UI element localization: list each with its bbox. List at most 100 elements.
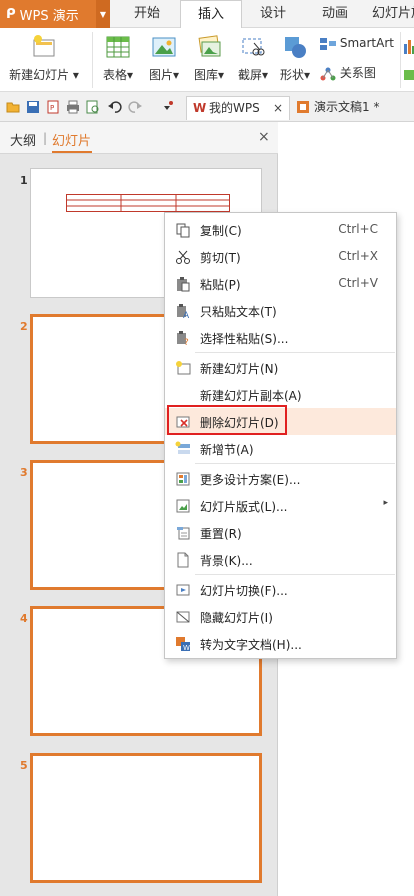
paste-icon (177, 277, 190, 292)
title-tab-bar: ᑭ WPS 演示 ▼ 开始 插入 设计 动画 幻灯片放 (0, 0, 414, 29)
menu-item-shortcut: Ctrl+X (338, 249, 378, 263)
quick-access-toolbar: P W 我的WPS × 演示文稿1 * (0, 92, 414, 122)
print-preview-icon[interactable] (86, 100, 100, 114)
menu-item-label: 复制(C) (200, 224, 242, 238)
menu-item-paste[interactable]: 粘贴(P) Ctrl+V (165, 270, 396, 297)
table-button[interactable]: 表格▾ (98, 34, 138, 83)
menu-item-paste-text-only[interactable]: A 只粘贴文本(T) (165, 297, 396, 324)
presentation-file-icon (297, 101, 309, 113)
shape-label: 形状 (279, 68, 304, 82)
copy-icon (176, 223, 190, 238)
gallery-icon (198, 35, 221, 57)
print-icon[interactable] (66, 100, 80, 114)
new-section-icon (175, 441, 190, 454)
table-label: 表格 (102, 68, 127, 82)
redo-icon[interactable] (128, 100, 142, 114)
smartart-button[interactable]: SmartArt (320, 36, 396, 51)
menu-item-shortcut: Ctrl+V (338, 276, 378, 290)
paste-text-icon: A (177, 304, 190, 319)
slide-number: 5 (20, 759, 28, 772)
svg-text:?: ? (184, 338, 189, 346)
background-icon (177, 552, 189, 568)
tab-animation[interactable]: 动画 (306, 0, 364, 28)
menu-item-label: 选择性粘贴(S)... (200, 332, 289, 346)
menu-item-hide-slide[interactable]: 隐藏幻灯片(I) (165, 603, 396, 630)
menu-item-label: 新增节(A) (200, 443, 254, 457)
menu-item-new-slide[interactable]: 新建幻灯片(N) (165, 354, 396, 381)
slide-number: 1 (20, 174, 28, 187)
table-icon (106, 36, 130, 58)
tab-slideshow[interactable]: 幻灯片放 (368, 0, 414, 28)
smartart-label: SmartArt (339, 36, 394, 50)
new-slide-icon (176, 361, 191, 375)
table-shape (66, 194, 230, 212)
menu-item-shortcut: Ctrl+C (338, 222, 378, 236)
tab-home[interactable]: 开始 (116, 0, 178, 28)
ribbon-divider (400, 32, 401, 88)
chart-icon[interactable] (404, 38, 414, 54)
menu-item-slide-layout[interactable]: 幻灯片版式(L)... ▸ (165, 492, 396, 519)
tab-insert[interactable]: 插入 (180, 0, 242, 29)
relation-chart-button[interactable]: 关系图 (320, 64, 390, 81)
insert-extra-icon[interactable] (404, 68, 414, 82)
hide-slide-icon (176, 611, 190, 623)
menu-item-label: 更多设计方案(E)... (200, 473, 301, 487)
menu-item-reset[interactable]: 重置(R) (165, 519, 396, 546)
customize-toolbar-icon[interactable] (160, 100, 174, 114)
menu-item-more-designs[interactable]: 更多设计方案(E)... (165, 465, 396, 492)
doc-tab-my-wps[interactable]: W 我的WPS × (186, 96, 290, 120)
screenshot-icon (242, 38, 265, 56)
doc-tab-label: 演示文稿1 * (314, 100, 380, 114)
relation-chart-label: 关系图 (339, 66, 376, 80)
menu-item-copy[interactable]: 复制(C) Ctrl+C (165, 216, 396, 243)
menu-item-new-section[interactable]: 新增节(A) (165, 435, 396, 462)
doc-tab-presentation1[interactable]: 演示文稿1 * (292, 96, 414, 120)
gallery-label: 图库 (193, 68, 218, 82)
gallery-button[interactable]: 图库▾ (188, 34, 230, 83)
menu-item-background[interactable]: 背景(K)... (165, 546, 396, 573)
active-tab-indicator (52, 151, 92, 153)
scissors-icon (176, 250, 190, 264)
image-button[interactable]: 图片▾ (144, 34, 184, 83)
menu-item-slide-transition[interactable]: 幻灯片切换(F)... (165, 576, 396, 603)
slide-number: 3 (20, 466, 28, 479)
close-pane-icon[interactable]: × (258, 129, 270, 145)
app-menu-button[interactable]: ᑭ WPS 演示 ▼ (0, 0, 110, 28)
design-icon (176, 472, 190, 486)
new-slide-label: 新建幻灯片 (9, 68, 70, 82)
menu-item-label: 新建幻灯片(N) (200, 362, 279, 376)
tab-design[interactable]: 设计 (244, 0, 302, 28)
screenshot-button[interactable]: 截屏▾ (232, 34, 274, 83)
slide-number: 2 (20, 320, 28, 333)
tab-slides[interactable]: 幻灯片 (52, 130, 91, 149)
tab-outline[interactable]: 大纲 (10, 130, 36, 149)
menu-item-label: 幻灯片版式(L)... (200, 500, 288, 514)
relation-chart-icon (320, 67, 336, 80)
close-tab-icon[interactable]: × (273, 97, 283, 119)
svg-text:P: P (50, 104, 54, 112)
submenu-arrow-icon: ▸ (383, 498, 388, 508)
app-menu-dropdown-icon[interactable]: ▼ (96, 0, 110, 28)
pane-tab-divider: | (43, 131, 48, 145)
slide-thumbnail-5[interactable] (30, 753, 262, 883)
open-folder-icon[interactable] (6, 100, 20, 114)
menu-item-label: 背景(K)... (200, 554, 253, 568)
new-slide-icon (33, 35, 55, 57)
save-icon[interactable] (26, 100, 40, 114)
shape-button[interactable]: 形状▾ (274, 34, 316, 83)
menu-separator (195, 574, 395, 575)
undo-icon[interactable] (108, 100, 122, 114)
shape-icon (285, 37, 306, 58)
reset-icon (177, 527, 190, 540)
ribbon-insert: 新建幻灯片 ▾ 表格▾ 图片▾ 图库▾ 截屏▾ 形状▾ SmartArt 关系图 (0, 28, 414, 92)
convert-document-icon: W (176, 637, 190, 652)
app-name: WPS 演示 (19, 8, 79, 24)
menu-item-convert-to-document[interactable]: W 转为文字文档(H)... (165, 630, 396, 657)
menu-item-duplicate-slide[interactable]: 新建幻灯片副本(A) (165, 381, 396, 408)
menu-item-cut[interactable]: 剪切(T) Ctrl+X (165, 243, 396, 270)
menu-item-paste-special[interactable]: ? 选择性粘贴(S)... (165, 324, 396, 351)
highlight-annotation-box (167, 405, 287, 435)
export-pdf-icon[interactable]: P (46, 100, 60, 114)
new-slide-button[interactable]: 新建幻灯片 ▾ (6, 34, 82, 83)
menu-item-label: 只粘贴文本(T) (200, 305, 277, 319)
